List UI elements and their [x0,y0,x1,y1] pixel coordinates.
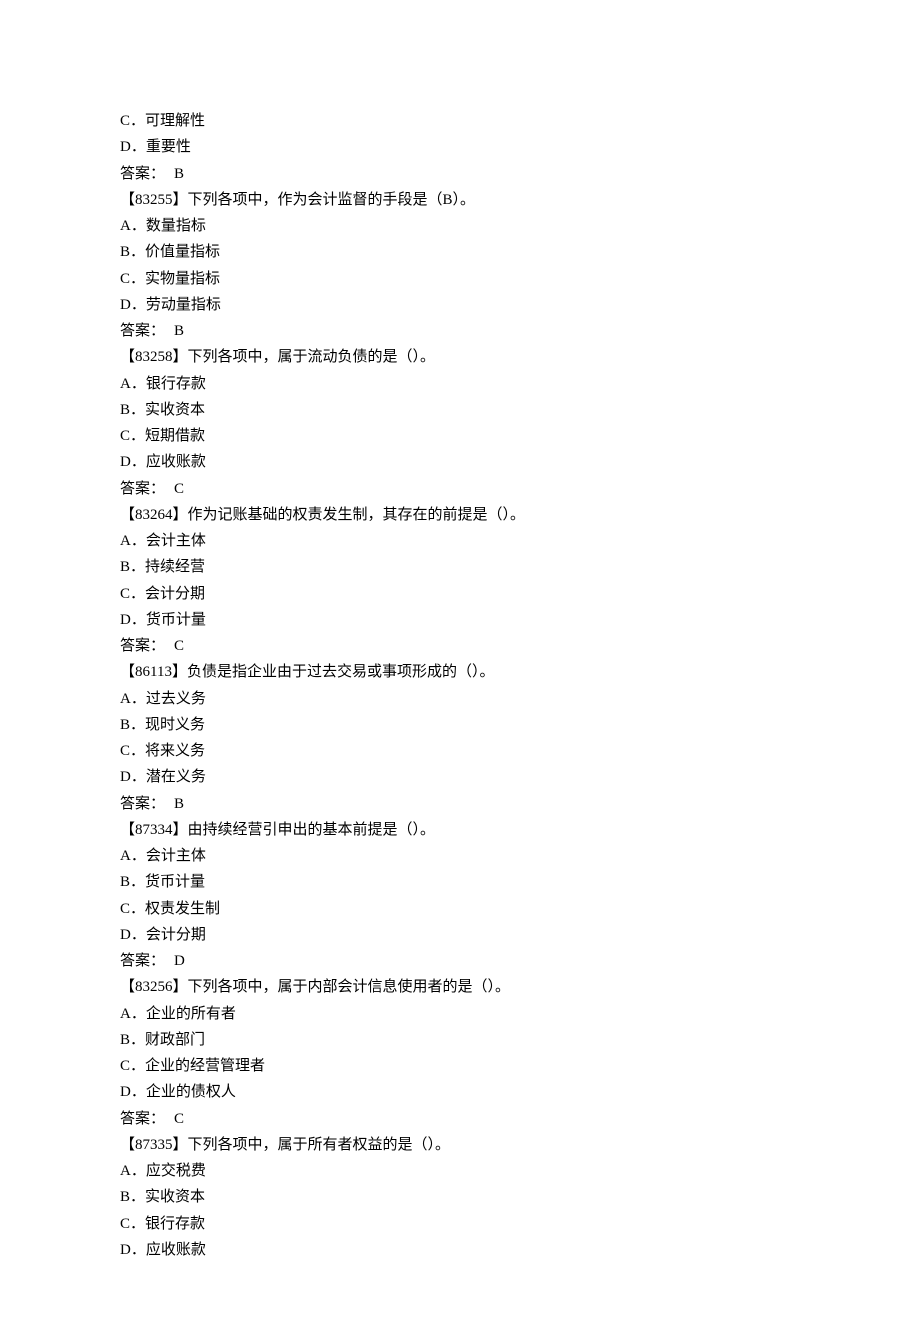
answer-line: 答案： C [120,476,800,502]
answer-label: 答案： [120,323,165,339]
option-line: A．会计主体 [120,843,800,869]
option-line: C．可理解性 [120,108,800,134]
answer-line: 答案： C [120,633,800,659]
question-stem: 【87334】由持续经营引申出的基本前提是（）。 [120,817,800,843]
option-line: D．劳动量指标 [120,292,800,318]
answer-line: 答案： B [120,318,800,344]
option-line: D．重要性 [120,134,800,160]
question-stem: 【83264】作为记账基础的权责发生制，其存在的前提是（）。 [120,502,800,528]
answer-label: 答案： [120,481,165,497]
option-line: A．会计主体 [120,528,800,554]
answer-value: D [174,953,185,969]
answer-line: 答案： D [120,948,800,974]
option-line: C．实物量指标 [120,266,800,292]
answer-label: 答案： [120,953,165,969]
option-line: C．企业的经营管理者 [120,1053,800,1079]
answer-label: 答案： [120,638,165,654]
answer-value: B [174,323,184,339]
option-line: B．现时义务 [120,712,800,738]
option-line: D．潜在义务 [120,764,800,790]
answer-label: 答案： [120,796,165,812]
option-line: C．银行存款 [120,1211,800,1237]
option-line: D．应收账款 [120,1237,800,1263]
option-line: C．权责发生制 [120,896,800,922]
option-line: D．企业的债权人 [120,1079,800,1105]
option-line: A．过去义务 [120,686,800,712]
option-line: B．持续经营 [120,554,800,580]
answer-label: 答案： [120,166,165,182]
answer-line: 答案： B [120,161,800,187]
option-line: C．会计分期 [120,581,800,607]
option-line: A．数量指标 [120,213,800,239]
question-stem: 【83255】下列各项中，作为会计监督的手段是（B）。 [120,187,800,213]
answer-line: 答案： B [120,791,800,817]
option-line: D．会计分期 [120,922,800,948]
answer-value: B [174,796,184,812]
option-line: C．短期借款 [120,423,800,449]
option-line: B．实收资本 [120,397,800,423]
option-line: B．实收资本 [120,1184,800,1210]
answer-line: 答案： C [120,1106,800,1132]
answer-value: C [174,638,184,654]
document-page: C．可理解性D．重要性答案： B 【83255】下列各项中，作为会计监督的手段是（B… [0,0,920,1323]
question-stem: 【83258】下列各项中，属于流动负债的是（）。 [120,344,800,370]
question-stem: 【86113】负债是指企业由于过去交易或事项形成的（）。 [120,659,800,685]
option-line: D．应收账款 [120,449,800,475]
question-stem: 【83256】下列各项中，属于内部会计信息使用者的是（）。 [120,974,800,1000]
option-line: B．财政部门 [120,1027,800,1053]
option-line: C．将来义务 [120,738,800,764]
option-line: A．银行存款 [120,371,800,397]
question-stem: 【87335】下列各项中，属于所有者权益的是（）。 [120,1132,800,1158]
option-line: A．企业的所有者 [120,1001,800,1027]
answer-value: B [174,166,184,182]
option-line: A．应交税费 [120,1158,800,1184]
option-line: B．价值量指标 [120,239,800,265]
answer-label: 答案： [120,1111,165,1127]
answer-value: C [174,481,184,497]
option-line: D．货币计量 [120,607,800,633]
option-line: B．货币计量 [120,869,800,895]
answer-value: C [174,1111,184,1127]
